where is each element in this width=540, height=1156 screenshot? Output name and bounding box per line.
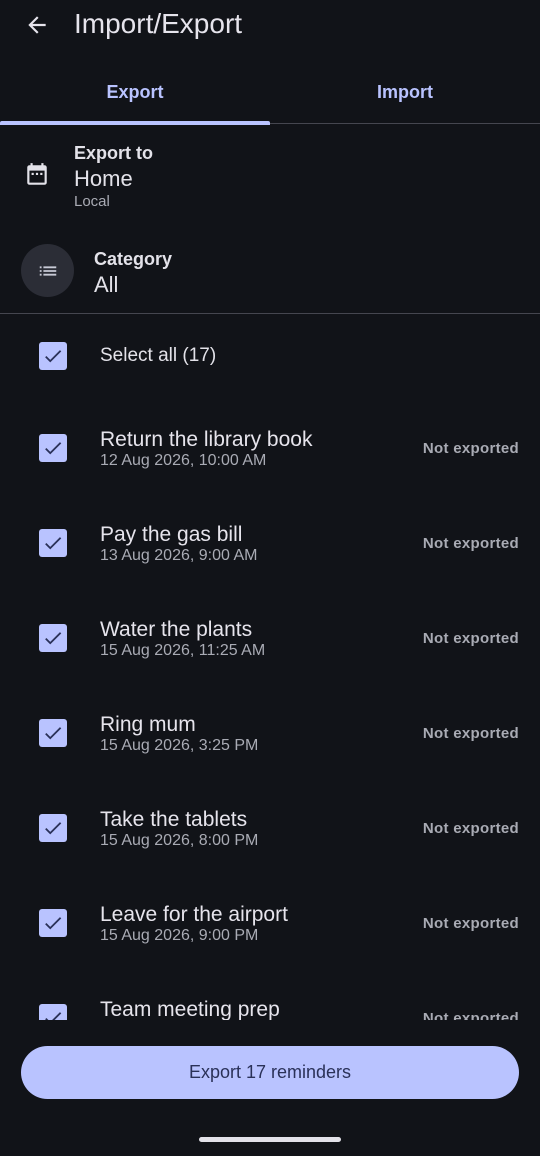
select-all-row[interactable]: Select all (17): [0, 314, 540, 398]
check-icon: [45, 1012, 62, 1020]
list-item[interactable]: Leave for the airport 15 Aug 2026, 9:00 …: [0, 873, 540, 968]
item-title: Return the library book: [100, 428, 313, 451]
item-date: 15 Aug 2026, 3:25 PM: [100, 737, 259, 754]
tab-import-label: Import: [377, 82, 433, 102]
item-title: Pay the gas bill: [100, 523, 243, 546]
list-item[interactable]: Pay the gas bill 13 Aug 2026, 9:00 AM No…: [0, 493, 540, 588]
export-to-subtitle: Local: [74, 193, 110, 210]
list-item[interactable]: Water the plants 15 Aug 2026, 11:25 AM N…: [0, 588, 540, 683]
calendar-icon: [27, 163, 47, 185]
item-title: Team meeting prep: [100, 998, 280, 1020]
item-status: Not exported: [422, 725, 519, 742]
export-to-row[interactable]: Export to Home Local: [0, 138, 540, 218]
item-title: Leave for the airport: [100, 903, 288, 926]
check-icon: [45, 537, 62, 550]
check-icon: [45, 917, 62, 930]
arrow-back-icon: [28, 16, 46, 34]
item-date: 13 Aug 2026, 9:00 AM: [100, 547, 258, 564]
item-checkbox[interactable]: [39, 909, 67, 937]
item-status: Not exported: [422, 630, 519, 647]
top-app-bar: Import/Export: [0, 0, 540, 50]
reminder-list[interactable]: Select all (17) Return the library book …: [0, 314, 540, 1020]
category-row[interactable]: Category All: [0, 240, 540, 310]
item-checkbox[interactable]: [39, 434, 67, 462]
category-label: Category: [94, 249, 173, 269]
page-title: Import/Export: [74, 8, 243, 39]
list-item[interactable]: Take the tablets 15 Aug 2026, 8:00 PM No…: [0, 778, 540, 873]
item-status: Not exported: [422, 915, 519, 932]
home-indicator[interactable]: [199, 1137, 341, 1142]
item-title: Ring mum: [100, 713, 196, 736]
list-item[interactable]: Return the library book 12 Aug 2026, 10:…: [0, 398, 540, 493]
export-button[interactable]: Export 17 reminders: [21, 1046, 519, 1099]
item-status: Not exported: [422, 820, 519, 837]
tab-export-label: Export: [106, 82, 164, 102]
item-date: 15 Aug 2026, 9:00 PM: [100, 927, 259, 944]
category-icon-container: [21, 244, 74, 297]
item-checkbox[interactable]: [39, 719, 67, 747]
tab-bar: Export Import: [0, 62, 540, 125]
check-icon: [45, 632, 62, 645]
item-title: Water the plants: [100, 618, 253, 641]
item-checkbox[interactable]: [39, 814, 67, 842]
item-status: Not exported: [422, 535, 519, 552]
item-status: Not exported: [422, 1010, 519, 1020]
select-all-label: Select all (17): [100, 345, 217, 366]
tab-export[interactable]: Export: [0, 62, 270, 125]
list-item[interactable]: Team meeting prep Not exported: [0, 968, 540, 1020]
item-checkbox[interactable]: [39, 529, 67, 557]
category-value: All: [94, 272, 119, 297]
export-to-label: Export to: [74, 143, 153, 163]
item-status: Not exported: [422, 440, 519, 457]
select-all-checkbox[interactable]: [39, 342, 67, 370]
check-icon: [45, 727, 62, 740]
tab-import[interactable]: Import: [270, 62, 540, 123]
check-icon: [45, 350, 62, 363]
app-root: Import/Export Export Import Export to Ho…: [0, 0, 540, 1156]
check-icon: [45, 822, 62, 835]
item-title: Take the tablets: [100, 808, 248, 831]
item-checkbox[interactable]: [39, 1004, 67, 1020]
item-date: 15 Aug 2026, 8:00 PM: [100, 832, 259, 849]
back-button[interactable]: [18, 6, 56, 44]
list-item[interactable]: Ring mum 15 Aug 2026, 3:25 PM Not export…: [0, 683, 540, 778]
item-date: 15 Aug 2026, 11:25 AM: [100, 642, 266, 659]
item-checkbox[interactable]: [39, 624, 67, 652]
list-icon: [39, 265, 56, 276]
export-to-value: Home: [74, 166, 133, 191]
check-icon: [45, 442, 62, 455]
item-date: 12 Aug 2026, 10:00 AM: [100, 452, 267, 469]
